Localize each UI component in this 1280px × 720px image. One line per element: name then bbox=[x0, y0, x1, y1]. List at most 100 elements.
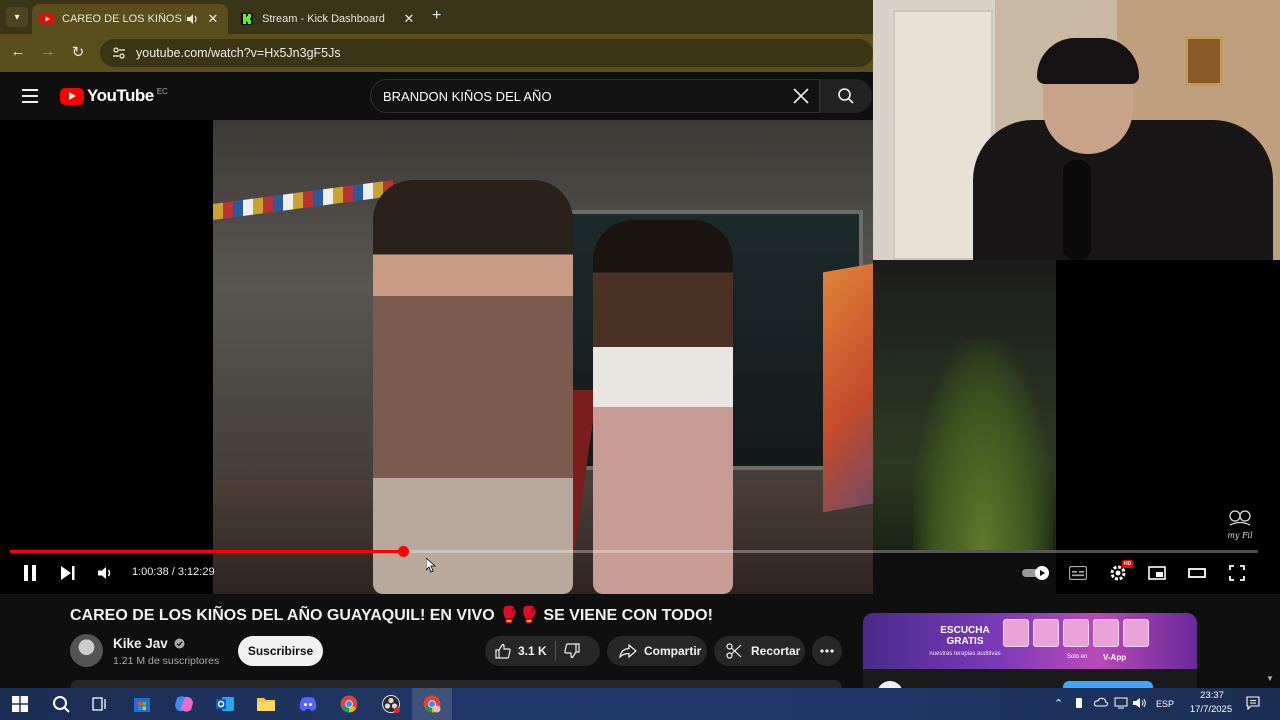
streamer-webcam bbox=[873, 0, 1280, 260]
tray-cloud-icon[interactable] bbox=[1093, 697, 1109, 709]
share-button[interactable]: Compartir bbox=[607, 636, 707, 666]
notifications-icon[interactable] bbox=[1246, 696, 1260, 712]
pause-icon bbox=[24, 565, 36, 581]
new-tab-plus-icon[interactable]: + bbox=[432, 7, 441, 25]
theater-icon bbox=[1188, 568, 1206, 578]
chrome-profile-icon[interactable] bbox=[421, 693, 443, 715]
taskbar-clock-date[interactable]: 17/7/2025 bbox=[1186, 704, 1236, 715]
youtube-play-logo-icon bbox=[60, 87, 84, 105]
streamer-hair bbox=[1037, 38, 1139, 84]
tab-kick-dashboard[interactable]: Stream - Kick Dashboard ✕ bbox=[232, 4, 424, 34]
file-explorer-icon[interactable] bbox=[255, 693, 277, 715]
kick-favicon-icon bbox=[240, 12, 254, 26]
language-indicator[interactable]: ESP bbox=[1156, 699, 1174, 709]
site-info-icon[interactable] bbox=[112, 46, 126, 60]
tab-audio-icon[interactable] bbox=[186, 12, 200, 27]
thumbs-up-icon bbox=[495, 643, 511, 659]
like-count: 3.1 K bbox=[518, 644, 547, 658]
reload-icon[interactable]: ↻ bbox=[68, 43, 88, 61]
settings-button[interactable]: HD bbox=[1108, 560, 1134, 583]
sidebar-ad-banner[interactable]: ESCUCHA GRATIS nuestras terapias auditiv… bbox=[863, 613, 1197, 669]
interviewee bbox=[593, 220, 733, 594]
miniplayer-button[interactable] bbox=[1147, 563, 1167, 583]
microsoft-store-icon[interactable] bbox=[131, 693, 153, 715]
forward-arrow-icon[interactable]: → bbox=[38, 43, 58, 60]
discord-icon[interactable] bbox=[297, 693, 319, 715]
ad-subline: nuestras terapias auditivas bbox=[929, 651, 1001, 657]
bunting-flags bbox=[213, 180, 393, 220]
fullscreen-button[interactable] bbox=[1227, 563, 1247, 583]
thumbs-down-icon bbox=[564, 643, 580, 659]
channel-name: Kike Jav bbox=[113, 636, 168, 651]
subtitles-icon bbox=[1069, 566, 1087, 580]
miniplayer-icon bbox=[1148, 566, 1166, 580]
tab-title: CAREO DE LOS KIÑOS DEL AÑO bbox=[62, 13, 186, 25]
tab-title: Stream - Kick Dashboard bbox=[262, 13, 385, 25]
ad-headline: ESCUCHA GRATIS bbox=[940, 625, 990, 647]
outlook-icon[interactable] bbox=[214, 693, 236, 715]
tray-app-icon[interactable] bbox=[1074, 697, 1084, 711]
network-icon[interactable] bbox=[1114, 697, 1128, 711]
search-icon bbox=[838, 88, 854, 104]
speaker-icon[interactable] bbox=[1133, 697, 1147, 711]
watermark-text: my Fil bbox=[1227, 531, 1253, 540]
channel-avatar[interactable] bbox=[70, 634, 103, 667]
ad-card bbox=[1123, 619, 1149, 647]
ad-card bbox=[1003, 619, 1029, 647]
search-query-text: BRANDON KIÑOS DEL AÑO bbox=[383, 88, 552, 104]
search-button[interactable] bbox=[820, 79, 872, 113]
progress-scrubber-handle[interactable] bbox=[397, 546, 409, 557]
next-button[interactable] bbox=[58, 563, 78, 583]
video-frame bbox=[213, 120, 873, 594]
back-arrow-icon[interactable]: ← bbox=[8, 43, 28, 60]
youtube-logo[interactable]: YouTube EC bbox=[60, 86, 168, 106]
autoplay-toggle[interactable] bbox=[1020, 563, 1052, 583]
ad-footer bbox=[863, 669, 1197, 695]
tab-close-icon[interactable]: ✕ bbox=[402, 11, 416, 27]
tray-overflow-chevron-icon[interactable]: ⌃ bbox=[1054, 697, 1063, 710]
subscribe-button[interactable]: Suscribirse bbox=[238, 636, 323, 666]
like-button[interactable]: 3.1 K bbox=[485, 643, 547, 659]
podcast-microphone bbox=[1063, 160, 1091, 260]
clip-button[interactable]: Recortar bbox=[714, 636, 805, 666]
clip-label: Recortar bbox=[751, 644, 801, 658]
search-input[interactable]: BRANDON KIÑOS DEL AÑO bbox=[370, 79, 820, 113]
share-label: Compartir bbox=[644, 644, 702, 658]
copilot-icon[interactable] bbox=[173, 693, 195, 715]
taskbar-search-icon[interactable] bbox=[50, 693, 72, 715]
tab-close-icon[interactable]: ✕ bbox=[206, 11, 220, 27]
reporter-with-microphone bbox=[373, 180, 573, 594]
tab-search-chevron-icon[interactable]: ▾ bbox=[6, 7, 28, 27]
address-bar[interactable]: youtube.com/watch?v=Hx5Jn3gF5Js bbox=[100, 39, 873, 67]
channel-watermark[interactable]: my Fil bbox=[1222, 508, 1258, 540]
ad-card bbox=[1033, 619, 1059, 647]
video-right-side bbox=[873, 260, 1056, 550]
theater-mode-button[interactable] bbox=[1187, 563, 1207, 583]
like-dislike-group: 3.1 K bbox=[485, 636, 600, 666]
mouse-cursor-icon bbox=[425, 557, 437, 578]
channel-name-link[interactable]: Kike Jav bbox=[113, 636, 185, 651]
menu-hamburger-icon[interactable] bbox=[22, 89, 38, 103]
like-divider bbox=[554, 641, 556, 661]
description-box[interactable] bbox=[70, 680, 842, 688]
windows-start-icon[interactable] bbox=[9, 693, 31, 715]
fullscreen-icon bbox=[1229, 565, 1245, 581]
chrome-icon[interactable] bbox=[338, 693, 360, 715]
url-text: youtube.com/watch?v=Hx5Jn3gF5Js bbox=[136, 46, 341, 60]
more-actions-button[interactable] bbox=[812, 636, 842, 666]
subtitles-button[interactable] bbox=[1068, 563, 1088, 583]
task-view-icon[interactable] bbox=[89, 693, 111, 715]
country-code: EC bbox=[156, 86, 168, 96]
subscriber-count: 1.21 M de suscriptores bbox=[113, 655, 220, 667]
more-horizontal-icon bbox=[820, 649, 834, 653]
clear-search-close-icon[interactable] bbox=[790, 85, 812, 107]
tab-youtube[interactable]: CAREO DE LOS KIÑOS DEL AÑO ✕ bbox=[32, 4, 228, 34]
painting-on-easel bbox=[823, 247, 873, 513]
obs-studio-icon[interactable] bbox=[380, 693, 402, 715]
scroll-down-arrow-icon[interactable]: ▼ bbox=[1266, 674, 1274, 683]
volume-button[interactable] bbox=[96, 563, 116, 583]
youtube-favicon-icon bbox=[40, 12, 54, 26]
dislike-button[interactable] bbox=[564, 643, 580, 659]
pause-button[interactable] bbox=[20, 563, 40, 583]
taskbar-clock-time[interactable]: 23:37 bbox=[1194, 690, 1230, 701]
